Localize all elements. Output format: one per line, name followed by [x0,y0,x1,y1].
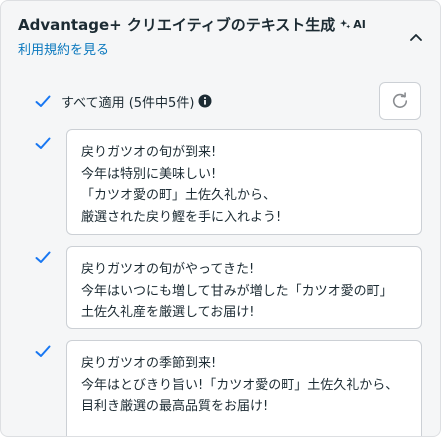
option-line: 土佐久礼産を厳選してお届け! [81,305,255,320]
terms-link[interactable]: 利用規約を見る [18,39,109,58]
checkmark-icon [34,92,52,110]
checkmark-icon [35,345,51,357]
option-1-text-box[interactable]: 戻りガツオの旬が到来! 今年は特別に美味しい! 「カツオ愛の町」土佐久礼から、 … [66,129,422,235]
option-3-checkbox[interactable] [34,342,52,360]
option-line: 「カツオ愛の町」土佐久礼から、 [81,188,277,203]
title-row: Advantage+ クリエイティブのテキスト生成 AI [18,13,426,35]
collapse-button[interactable] [406,27,426,47]
option-line: 今年はとびきり旨い!「カツオ愛の町」土佐久礼から、 [81,377,399,393]
panel-title: Advantage+ クリエイティブのテキスト生成 [18,15,336,34]
option-line: 厳選された戻り鰹を手に入れよう! [81,209,282,225]
option-3-text-box[interactable]: 戻りガツオの季節到来! 今年はとびきり旨い!「カツオ愛の町」土佐久礼から、 目利… [66,340,422,436]
checkmark-icon [35,137,51,149]
option-1-checkbox[interactable] [34,134,52,152]
text-generation-panel: Advantage+ クリエイティブのテキスト生成 AI 利用規約を見る すべて… [0,0,441,437]
option-line: 今年は特別に美味しい! [81,166,217,182]
option-line: 戻りガツオの旬がやってきた! [81,262,255,277]
ai-label: AI [353,17,366,31]
select-all-checkbox[interactable]: すべて適用 (5件中5件) [34,89,212,113]
info-icon[interactable] [198,94,212,108]
panel-header: Advantage+ クリエイティブのテキスト生成 AI 利用規約を見る [18,13,426,59]
refresh-button[interactable] [379,82,421,120]
option-line: 戻りガツオの旬が到来! [81,145,217,160]
option-2-checkbox[interactable] [34,248,52,266]
option-line: 目利き厳選の最高品質をお届け! [81,399,269,414]
option-line: 戻りガツオの季節到来! [81,356,217,371]
option-line: 今年はいつにも増して甘みが増した「カツオ愛の町」 [81,283,393,299]
ai-badge: AI [340,18,366,31]
refresh-icon [392,92,408,108]
option-2-text-box[interactable]: 戻りガツオの旬がやってきた! 今年はいつにも増して甘みが増した「カツオ愛の町」 … [66,246,422,329]
sparkle-icon [340,18,351,29]
select-all-label: すべて適用 (5件中5件) [61,95,195,111]
checkmark-icon [35,251,51,263]
chevron-up-icon [410,34,422,41]
